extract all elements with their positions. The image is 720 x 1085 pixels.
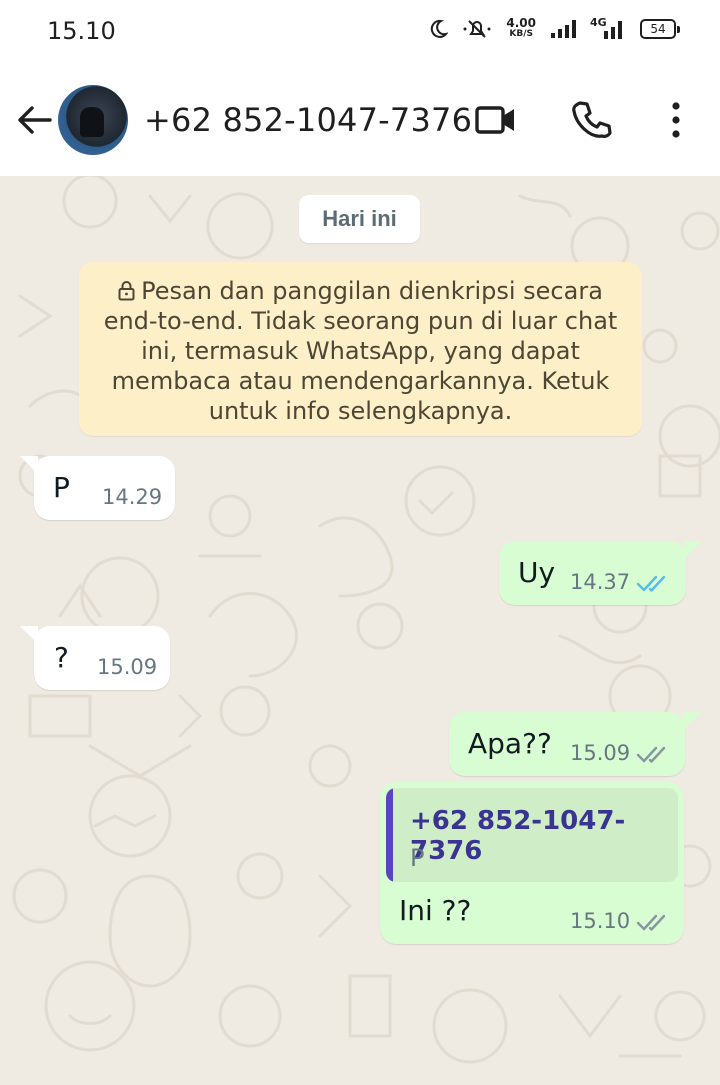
date-chip: Hari ini xyxy=(299,195,420,243)
quoted-sender: +62 852-1047-7376 xyxy=(410,806,626,866)
mute-bell-icon xyxy=(463,20,491,38)
message-bubble-outgoing[interactable]: Uy 14.37 xyxy=(499,541,686,605)
lock-icon xyxy=(118,281,135,301)
back-arrow-icon[interactable] xyxy=(14,100,54,140)
delivered-ticks-icon xyxy=(636,914,666,931)
delivered-ticks-icon xyxy=(636,746,666,763)
message-text: Apa?? xyxy=(468,727,552,760)
message-time: 15.09 xyxy=(570,741,631,765)
chat-header: +62 852-1047-7376 xyxy=(0,64,720,176)
message-bubble-incoming[interactable]: ? 15.09 xyxy=(34,626,170,690)
voice-call-icon[interactable] xyxy=(570,98,614,142)
more-options-icon[interactable] xyxy=(654,98,698,142)
message-time: 14.29 xyxy=(102,485,163,509)
quoted-message[interactable]: +62 852-1047-7376 P xyxy=(386,788,678,882)
quote-accent-bar xyxy=(386,788,393,882)
quoted-text: P xyxy=(410,844,425,872)
video-call-icon[interactable] xyxy=(474,98,518,142)
message-text: Ini ?? xyxy=(399,894,472,927)
bubble-tail xyxy=(683,712,701,730)
avatar[interactable] xyxy=(58,85,128,155)
message-bubble-outgoing[interactable]: Apa?? 15.09 xyxy=(449,712,685,776)
encryption-text: Pesan dan panggilan dienkripsi secara en… xyxy=(103,277,618,425)
message-time: 14.37 xyxy=(570,570,631,594)
bubble-tail xyxy=(684,541,702,559)
message-text: ? xyxy=(54,641,69,674)
read-ticks-icon xyxy=(636,575,666,592)
chat-area[interactable]: Hari ini Pesan dan panggilan dienkripsi … xyxy=(0,176,720,1085)
message-bubble-outgoing-reply[interactable]: +62 852-1047-7376 P Ini ?? 15.10 xyxy=(380,782,684,944)
signal-4g-icon: 4G xyxy=(590,16,626,40)
message-time: 15.09 xyxy=(97,655,158,679)
contact-name[interactable]: +62 852-1047-7376 xyxy=(144,101,472,139)
message-bubble-incoming[interactable]: P 14.29 xyxy=(34,456,175,520)
encryption-notice[interactable]: Pesan dan panggilan dienkripsi secara en… xyxy=(79,262,642,436)
message-text: P xyxy=(53,471,70,504)
status-icons: 4.00 KB/S 4G 54 xyxy=(428,16,680,40)
moon-icon xyxy=(431,19,449,38)
network-speed: 4.00 KB/S xyxy=(506,16,536,39)
status-bar: 15.10 4.00 KB/S 4G 54 xyxy=(0,0,720,64)
message-time: 15.10 xyxy=(570,909,631,933)
message-text: Uy xyxy=(518,556,556,589)
signal-icon xyxy=(551,20,576,38)
battery-icon: 54 xyxy=(640,19,680,39)
status-time: 15.10 xyxy=(47,17,116,45)
